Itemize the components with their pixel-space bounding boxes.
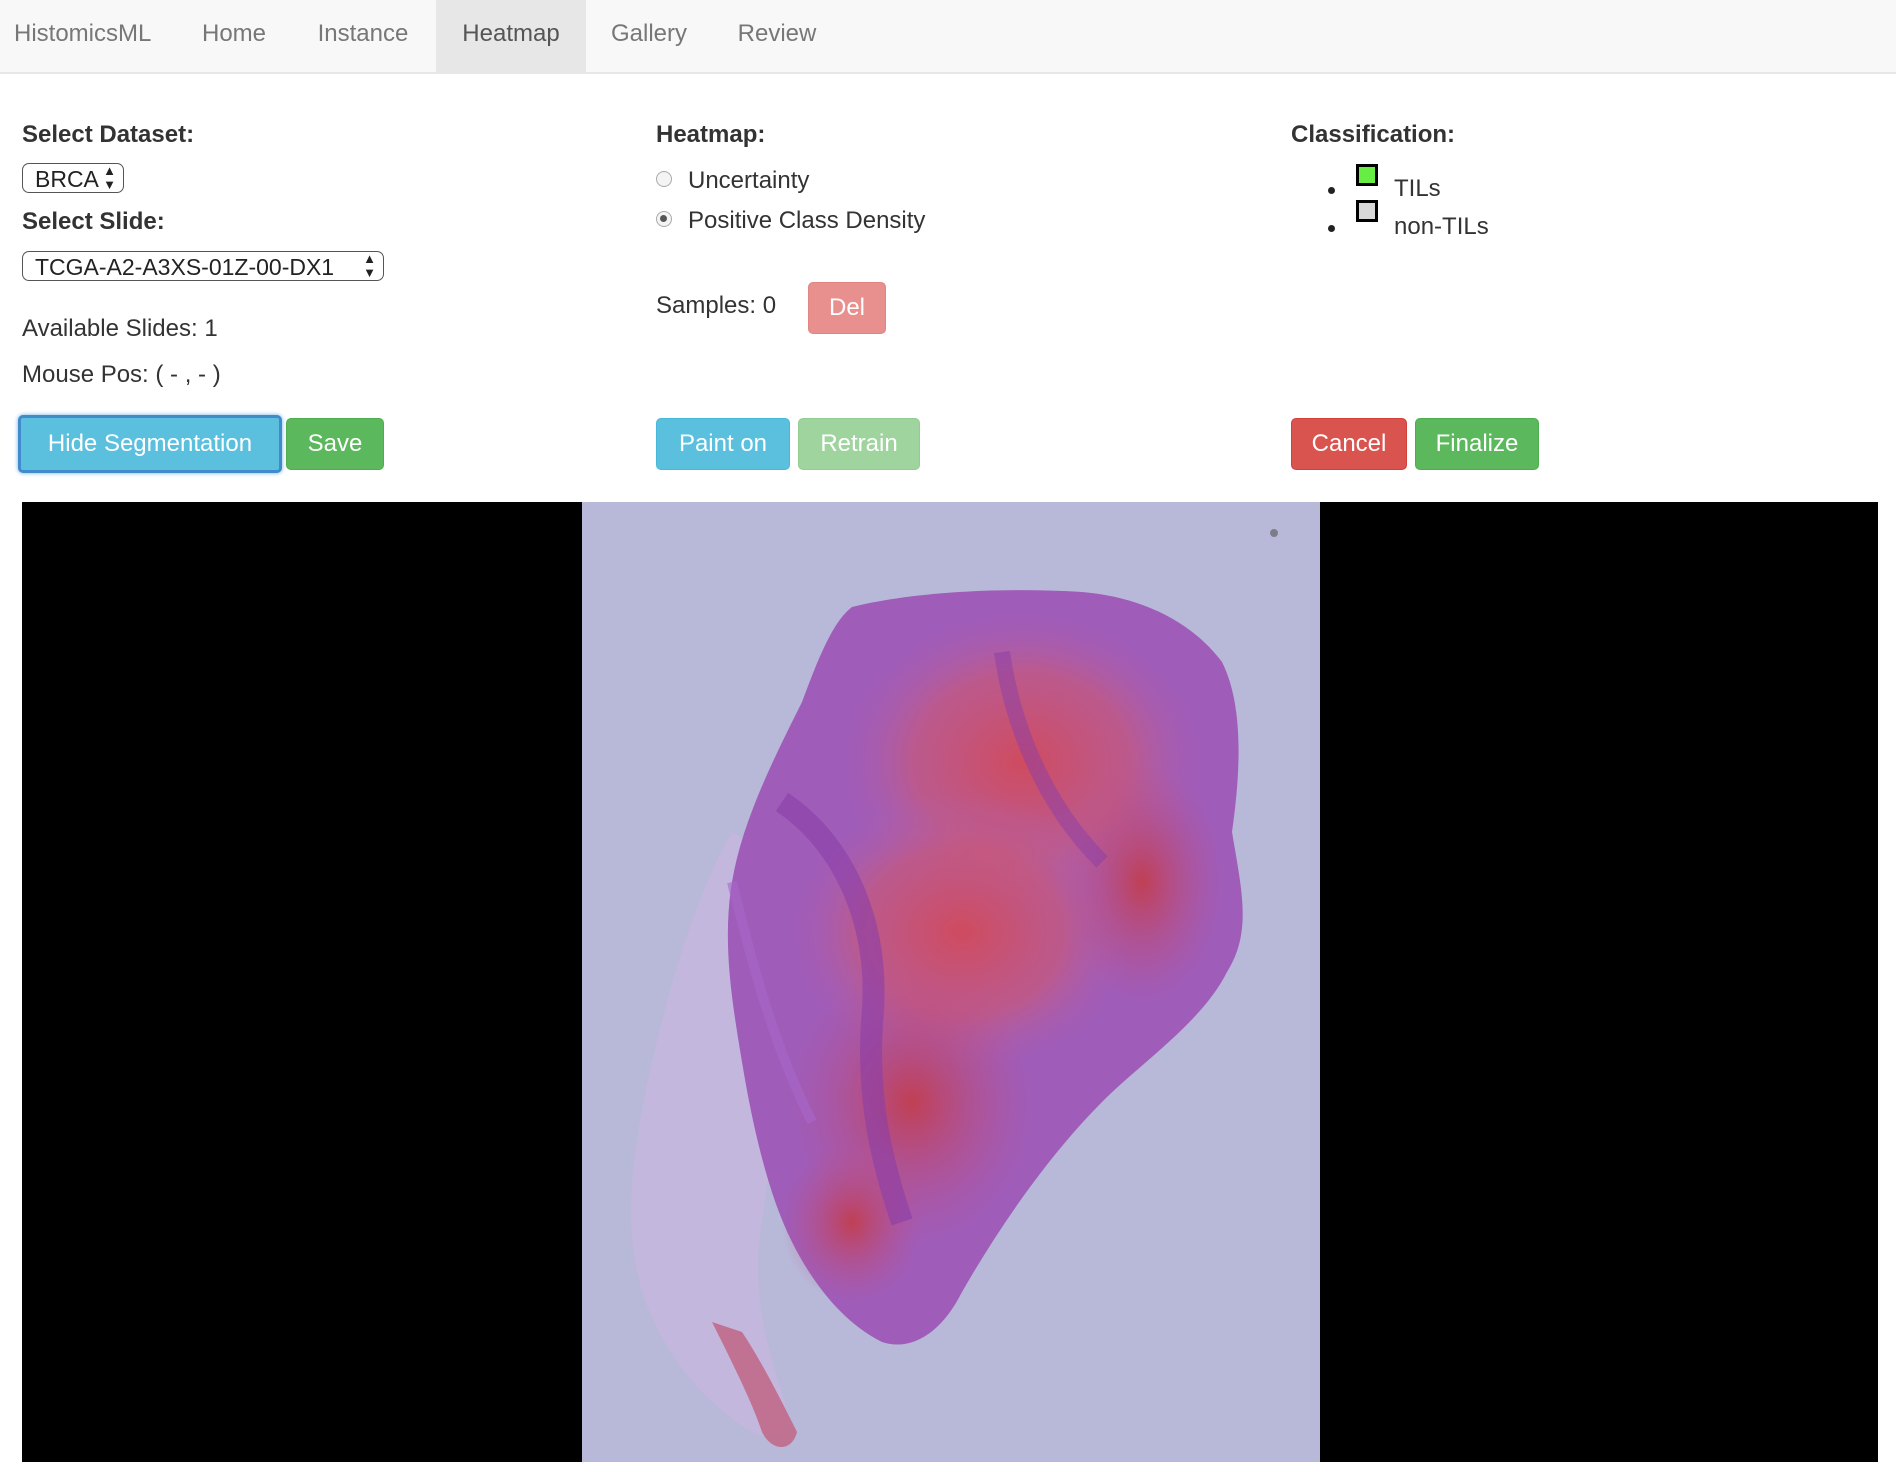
- radio-uncertainty-circle[interactable]: [656, 171, 672, 187]
- nav-review[interactable]: Review: [722, 0, 832, 72]
- tissue-heatmap-image: [631, 529, 1278, 1447]
- classification-label: Classification:: [1291, 121, 1456, 148]
- legend-non-tils-label: non-TILs: [1394, 213, 1489, 240]
- heatmap-label: Heatmap:: [656, 121, 766, 148]
- brand-link[interactable]: HistomicsML: [14, 0, 151, 74]
- tils-swatch: [1356, 164, 1378, 186]
- bullet-icon: [1328, 187, 1335, 194]
- nav-gallery[interactable]: Gallery: [598, 0, 700, 72]
- nav-instance[interactable]: Instance: [302, 0, 424, 72]
- nav-heatmap[interactable]: Heatmap: [436, 0, 586, 72]
- navbar: HistomicsML Home Instance Heatmap Galler…: [0, 0, 1896, 74]
- available-slides-text: Available Slides: 1: [22, 315, 218, 342]
- select-arrows-icon: ▲ ▼: [363, 251, 376, 280]
- dataset-select-value: BRCA: [35, 166, 99, 192]
- select-arrows-icon: ▲ ▼: [103, 163, 116, 192]
- save-button[interactable]: Save: [286, 418, 384, 470]
- samples-text: Samples: 0: [656, 292, 777, 319]
- hide-segmentation-button[interactable]: Hide Segmentation: [18, 415, 282, 473]
- radio-positive-density-circle[interactable]: [656, 211, 672, 227]
- slide-select-value: TCGA-A2-A3XS-01Z-00-DX1: [35, 254, 335, 280]
- mouse-pos-text: Mouse Pos: ( - , - ): [22, 361, 221, 388]
- dataset-select[interactable]: BRCA ▲ ▼: [22, 163, 124, 193]
- slide-select[interactable]: TCGA-A2-A3XS-01Z-00-DX1 ▲ ▼: [22, 251, 384, 281]
- legend-tils-label: TILs: [1394, 175, 1441, 202]
- del-button[interactable]: Del: [808, 282, 886, 334]
- select-slide-label: Select Slide:: [22, 208, 165, 235]
- cancel-button[interactable]: Cancel: [1291, 418, 1407, 470]
- select-dataset-label: Select Dataset:: [22, 121, 195, 148]
- slide-viewer[interactable]: [22, 502, 1878, 1462]
- radio-uncertainty-label: Uncertainty: [688, 167, 810, 194]
- paint-on-button[interactable]: Paint on: [656, 418, 790, 470]
- non-tils-swatch: [1356, 200, 1378, 222]
- nav-home[interactable]: Home: [190, 0, 278, 72]
- bullet-icon: [1328, 225, 1335, 232]
- finalize-button[interactable]: Finalize: [1415, 418, 1539, 470]
- retrain-button[interactable]: Retrain: [798, 418, 920, 470]
- radio-positive-density-label: Positive Class Density: [688, 207, 926, 234]
- classification-legend: TILs non-TILs: [1320, 160, 1620, 240]
- slide-image[interactable]: [582, 502, 1320, 1462]
